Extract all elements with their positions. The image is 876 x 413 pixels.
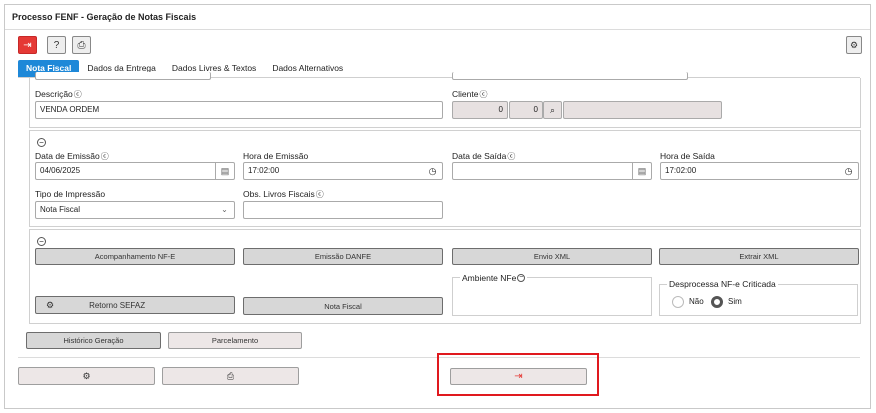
clock-icon[interactable]: ◷ — [423, 163, 442, 179]
gear-icon: ⚙ — [82, 370, 91, 381]
descricao-input[interactable]: VENDA ORDEM — [35, 101, 443, 119]
exit-icon: ⇥ — [514, 371, 523, 382]
data-saida-input[interactable]: ▤ — [452, 162, 652, 180]
data-emissao-input[interactable]: 04/06/2025 ▤ — [35, 162, 235, 180]
hora-emissao-input[interactable]: 17:02:00 ◷ — [243, 162, 443, 180]
exit-icon: ⇥ — [23, 39, 32, 51]
cliente-search-button[interactable]: ⌕ — [543, 101, 562, 119]
ambiente-nfe-label: Ambiente NFe — [462, 273, 517, 283]
cliente-label: Clienteⓒ — [452, 89, 488, 99]
gear-icon: ⚙ — [849, 39, 859, 50]
data-emissao-label: Data de Emissãoⓒ — [35, 151, 109, 161]
info-icon: ⓒ — [73, 90, 82, 99]
cliente-store-input[interactable]: 0 — [509, 101, 543, 119]
emissao-danfe-button[interactable]: Emissão DANFE — [243, 248, 443, 265]
nota-fiscal-button[interactable]: Nota Fiscal — [243, 297, 443, 315]
search-icon: ⌕ — [549, 105, 556, 115]
settings-button[interactable]: ⚙ — [846, 36, 862, 54]
collapse-icon[interactable]: − — [37, 138, 46, 147]
info-icon: ⓒ — [315, 190, 324, 199]
tipo-impressao-value: Nota Fiscal — [40, 205, 81, 214]
cliente-name-input[interactable] — [563, 101, 722, 119]
calendar-icon[interactable]: ▤ — [215, 163, 234, 179]
help-button[interactable]: ? — [47, 36, 66, 54]
settings-footer-button[interactable]: ⚙ — [18, 367, 155, 385]
exit-footer-button[interactable]: ⇥ — [450, 368, 587, 385]
window-title: Processo FENF - Geração de Notas Fiscais — [12, 12, 197, 22]
collapse-icon[interactable]: − — [37, 237, 46, 246]
exit-button[interactable]: ⇥ — [18, 36, 37, 54]
gear-icon: ⚙ — [46, 299, 55, 310]
descricao-label: Descriçãoⓒ — [35, 89, 82, 99]
printer-icon: ⎙ — [77, 39, 86, 51]
print-button[interactable]: ⎙ — [72, 36, 91, 54]
ambiente-nfe-legend: Ambiente NFe − — [460, 273, 528, 283]
tipo-impressao-label: Tipo de Impressão — [35, 189, 106, 199]
acompanhamento-nfe-button[interactable]: Acompanhamento NF-E — [35, 248, 235, 265]
obs-livros-label: Obs. Livros Fiscaisⓒ — [243, 189, 324, 199]
tab-dados-alternativos[interactable]: Dados Alternativos — [264, 60, 351, 77]
tipo-impressao-select[interactable]: Nota Fiscal ⌄ — [35, 201, 235, 219]
parcelamento-button[interactable]: Parcelamento — [168, 332, 302, 349]
retorno-sefaz-button[interactable]: ⚙ Retorno SEFAZ — [35, 296, 235, 314]
title-divider — [5, 29, 870, 30]
radio-sim[interactable] — [711, 296, 723, 308]
radio-nao-label: Não — [689, 297, 704, 306]
clock-icon[interactable]: ◷ — [839, 163, 858, 179]
data-saida-label: Data de Saídaⓒ — [452, 151, 516, 161]
chevron-down-icon: ⌄ — [221, 205, 228, 214]
print-footer-button[interactable]: ⎙ — [162, 367, 299, 385]
info-icon: ⓒ — [507, 152, 516, 161]
collapse-icon[interactable]: − — [517, 274, 526, 282]
obs-livros-input[interactable] — [243, 201, 443, 219]
hora-saida-value: 17:02:00 — [665, 166, 697, 175]
hora-emissao-label: Hora de Emissão — [243, 151, 309, 161]
retorno-sefaz-label: Retorno SEFAZ — [89, 300, 146, 310]
info-icon: ⓒ — [479, 90, 488, 99]
radio-nao[interactable] — [672, 296, 684, 308]
extrair-xml-button[interactable]: Extrair XML — [659, 248, 859, 265]
radio-sim-label: Sim — [728, 297, 742, 306]
hora-saida-label: Hora de Saída — [660, 151, 715, 161]
data-emissao-value: 04/06/2025 — [40, 166, 81, 175]
cliente-code-input[interactable]: 0 — [452, 101, 508, 119]
calendar-icon[interactable]: ▤ — [632, 163, 651, 179]
desprocessa-legend: Desprocessa NF-e Criticada — [667, 279, 778, 289]
envio-xml-button[interactable]: Envio XML — [452, 248, 652, 265]
printer-icon: ⎙ — [226, 370, 235, 381]
hora-saida-input[interactable]: 17:02:00 ◷ — [660, 162, 859, 180]
info-icon: ⓒ — [100, 152, 109, 161]
historico-geracao-button[interactable]: Histórico Geração — [26, 332, 161, 349]
hora-emissao-value: 17:02:00 — [248, 166, 280, 175]
help-icon: ? — [53, 39, 60, 51]
